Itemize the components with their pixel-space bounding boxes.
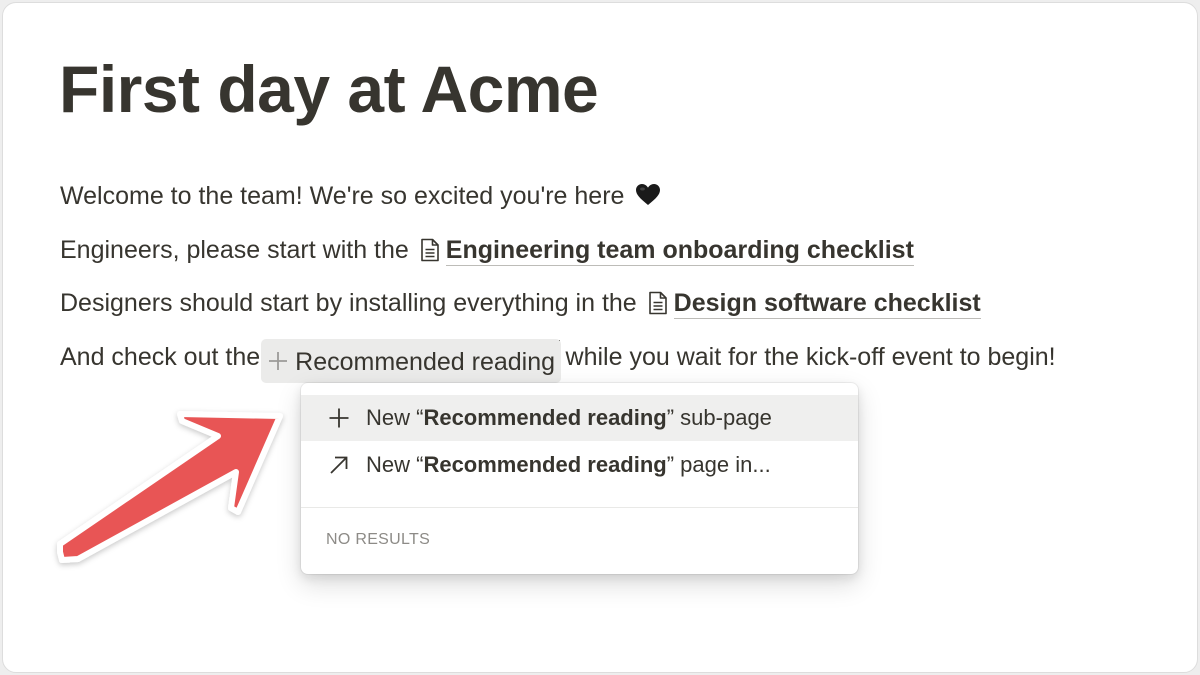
wait-text: while you wait for the kick-off event to… <box>565 343 1056 371</box>
page-document-icon <box>648 289 668 325</box>
page-title[interactable]: First day at Acme <box>59 49 599 129</box>
mention-suggestion-menu: New “Recommended reading” sub-page New “… <box>301 383 858 574</box>
menu-item-label: New “Recommended reading” page in... <box>366 452 771 477</box>
engineering-checklist-link[interactable]: Engineering team onboarding checklist <box>445 236 914 266</box>
mention-query-text: Recommended reading <box>295 348 556 376</box>
paragraph-welcome[interactable]: Welcome to the team! We're so excited yo… <box>60 178 661 217</box>
engineers-text: Engineers, please start with the <box>60 236 409 264</box>
arrow-up-right-icon <box>326 452 352 478</box>
black-heart-icon <box>635 181 661 217</box>
plus-icon <box>326 405 352 431</box>
design-checklist-link[interactable]: Design software checklist <box>673 289 981 319</box>
menu-item-new-page-in[interactable]: New “Recommended reading” page in... <box>301 442 858 488</box>
mention-input[interactable]: Recommended reading <box>261 339 562 383</box>
page-canvas: First day at Acme Welcome to the team! W… <box>2 2 1198 673</box>
paragraph-engineers[interactable]: Engineers, please start with the Enginee… <box>60 232 914 272</box>
paragraph-designers[interactable]: Designers should start by installing eve… <box>60 285 981 325</box>
menu-divider <box>301 507 858 508</box>
page-document-icon <box>420 236 440 272</box>
plus-icon <box>267 341 289 387</box>
no-results-label: NO RESULTS <box>326 531 431 548</box>
paragraph-recommended[interactable]: And check out the Recommended reading whil… <box>60 339 1056 383</box>
designers-text: Designers should start by installing eve… <box>60 289 637 317</box>
welcome-text: Welcome to the team! We're so excited yo… <box>60 182 625 210</box>
menu-item-new-subpage[interactable]: New “Recommended reading” sub-page <box>301 395 858 441</box>
check-out-text: And check out the <box>60 343 261 371</box>
menu-item-label: New “Recommended reading” sub-page <box>366 405 772 430</box>
